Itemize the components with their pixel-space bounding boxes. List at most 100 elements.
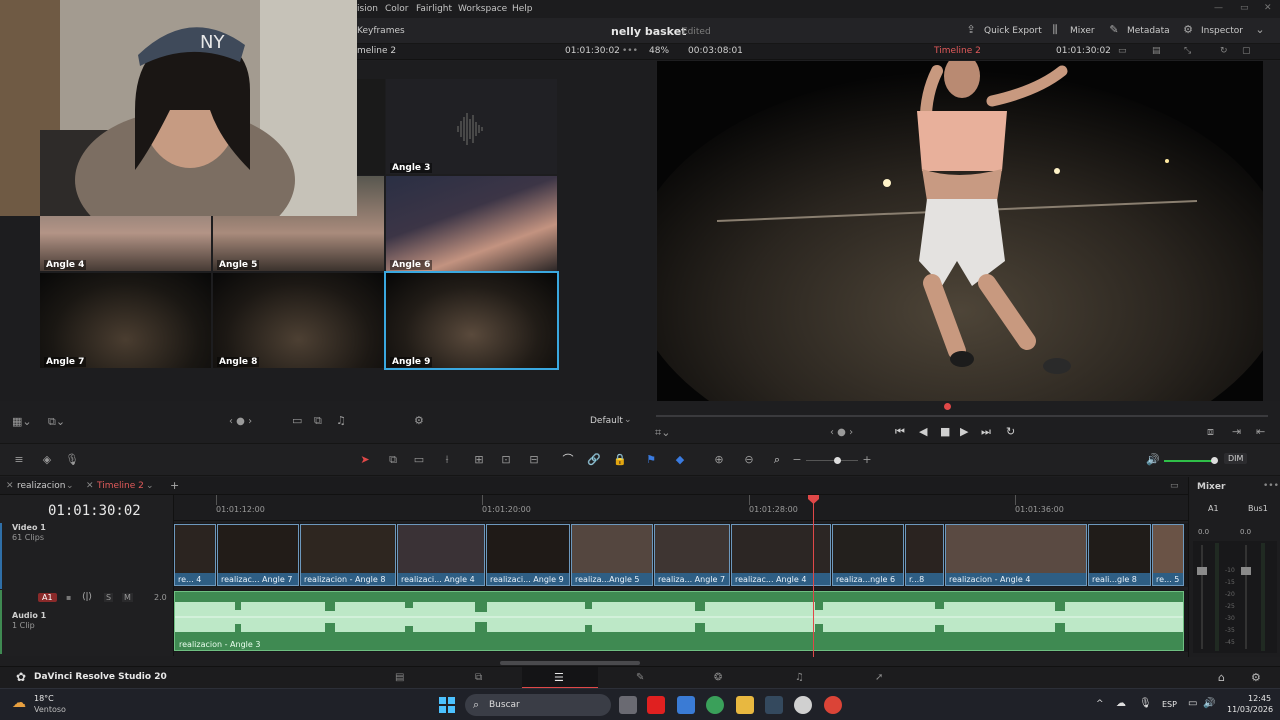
viewer-layout-icon[interactable]: ▭ xyxy=(1118,46,1127,56)
refresh-icon[interactable]: ↻ xyxy=(1220,46,1228,56)
home-icon[interactable]: ⌂ xyxy=(1218,671,1225,684)
color-page-icon[interactable]: ❂ xyxy=(714,672,722,683)
grid-view-icon[interactable]: ▦⌄ xyxy=(12,415,32,428)
go-to-end-icon[interactable]: ⏭ xyxy=(981,425,991,439)
zoom-slider[interactable] xyxy=(806,460,858,461)
audio-track-header[interactable]: A1 ▪ ⟨|⟩ S M 2.0 Audio 1 1 Clip xyxy=(0,590,174,654)
expand-icon[interactable]: ⌄ xyxy=(1253,24,1267,36)
mute-button[interactable]: M xyxy=(122,593,133,602)
task-view-icon[interactable] xyxy=(619,696,637,714)
auto-select-icon[interactable]: ⟨|⟩ xyxy=(82,592,92,602)
cloud-icon[interactable]: ☁ xyxy=(1116,698,1126,709)
trim-tool-icon[interactable]: ⧉ xyxy=(386,454,400,466)
file-explorer-icon[interactable] xyxy=(736,696,754,714)
settings-gear-icon[interactable]: ⚙ xyxy=(1251,671,1261,684)
marker-icon[interactable]: ◆ xyxy=(673,454,687,466)
volume-slider-handle[interactable] xyxy=(1211,457,1218,464)
keyframes-button[interactable]: Keyframes xyxy=(357,26,405,36)
mixer-button[interactable]: Mixer xyxy=(1070,26,1095,36)
fairlight-page-icon[interactable]: ♫ xyxy=(795,672,804,683)
video-clip[interactable]: realizaci... Angle 4 xyxy=(397,524,485,586)
inspector-button[interactable]: Inspector xyxy=(1201,26,1243,36)
language-indicator[interactable]: ESP xyxy=(1162,700,1177,709)
menu-item-color[interactable]: Color xyxy=(385,4,409,14)
playhead-handle[interactable] xyxy=(808,495,819,504)
obs-icon[interactable] xyxy=(794,696,812,714)
media-page-icon[interactable]: ▤ xyxy=(395,672,404,683)
page-nav-icon[interactable]: ‹ ● › xyxy=(229,416,252,427)
zoom-slider-handle[interactable] xyxy=(834,457,841,464)
angle-9-tile[interactable]: Angle 9 xyxy=(384,271,559,370)
stop-icon[interactable]: ■ xyxy=(940,425,950,438)
fader-a1-knob[interactable] xyxy=(1197,567,1207,575)
eye-icon[interactable]: ◈ xyxy=(40,454,54,466)
angle-6-tile[interactable]: Angle 6 xyxy=(386,176,557,271)
audio-clip[interactable]: realizacion - Angle 3 xyxy=(174,591,1184,651)
blade-tool-icon[interactable]: ⟊ xyxy=(440,454,454,466)
video-track-header[interactable]: Video 1 61 Clips xyxy=(0,523,174,589)
close-tab-icon[interactable]: ✕ xyxy=(6,481,14,491)
view-mode-select[interactable]: Default xyxy=(590,416,623,426)
viewer-format-icon[interactable]: ▤ xyxy=(1152,46,1161,56)
video-clip[interactable]: realizac... Angle 4 xyxy=(731,524,831,586)
metadata-button[interactable]: Metadata xyxy=(1127,26,1170,36)
speaker-icon[interactable]: 🔊 xyxy=(1146,454,1160,466)
angle-8-tile[interactable]: Angle 8 xyxy=(213,273,384,368)
close-tab-icon[interactable]: ✕ xyxy=(86,481,94,491)
dynamic-trim-icon[interactable]: ▭ xyxy=(412,454,426,466)
timeline-scrollbar[interactable] xyxy=(500,661,640,665)
viewer-scrubber[interactable] xyxy=(656,415,1268,417)
video-clip[interactable]: realiza...Angle 5 xyxy=(571,524,653,586)
viewer-timeline-selector[interactable]: Timeline 2 xyxy=(934,46,981,56)
mic-tray-icon[interactable]: 🎙 xyxy=(1139,698,1152,709)
next-edit-icon[interactable]: ⇥ xyxy=(1232,425,1241,438)
snapping-icon[interactable]: ⌒ xyxy=(561,454,575,466)
maximize-icon[interactable]: ▭ xyxy=(1240,3,1249,13)
video-clip[interactable]: re... 4 xyxy=(174,524,216,586)
video-clip[interactable]: realizacion - Angle 8 xyxy=(300,524,396,586)
fusion-page-icon[interactable]: ✎ xyxy=(636,672,644,683)
transform-icon[interactable]: ⤡ xyxy=(1184,46,1191,56)
microphone-icon[interactable]: 🎙 xyxy=(65,454,79,466)
clock-time[interactable]: 12:45 xyxy=(1248,694,1271,703)
video-clip[interactable]: realizac... Angle 7 xyxy=(217,524,299,586)
zoom-out-icon[interactable]: − xyxy=(790,454,804,466)
loop-icon[interactable]: ↻ xyxy=(1006,425,1015,438)
timeline-view-icon[interactable]: ▭ xyxy=(1170,481,1179,491)
insert-clip-icon[interactable]: ⊞ xyxy=(472,454,486,466)
viewer-page-nav-icon[interactable]: ‹ ● › xyxy=(830,427,853,438)
video-clip[interactable]: realiza...ngle 6 xyxy=(832,524,904,586)
menu-item-workspace[interactable]: Workspace xyxy=(458,4,507,14)
zoom-in-icon[interactable]: + xyxy=(860,454,874,466)
youtube-icon[interactable] xyxy=(647,696,665,714)
solo-button[interactable]: S xyxy=(104,593,114,602)
video-clip[interactable]: re... 5 xyxy=(1152,524,1184,586)
add-tab-icon[interactable]: + xyxy=(170,479,179,492)
fader-bus1-knob[interactable] xyxy=(1241,567,1251,575)
quick-export-button[interactable]: Quick Export xyxy=(984,26,1042,36)
calculator-icon[interactable] xyxy=(677,696,695,714)
video-clip[interactable]: realiza... Angle 7 xyxy=(654,524,730,586)
lock-icon[interactable]: ▪ xyxy=(66,593,71,602)
volume-tray-icon[interactable]: 🔊 xyxy=(1203,698,1215,709)
match-frame-icon[interactable]: ⧈ xyxy=(1207,425,1214,439)
tab-realizacion-menu-icon[interactable]: ⌄ xyxy=(66,481,74,491)
weather-icon[interactable]: ☁ xyxy=(12,695,26,711)
audio-mode-icon[interactable]: ♫ xyxy=(336,414,346,427)
video-mode-icon[interactable]: ▭ xyxy=(292,414,302,427)
volume-slider[interactable] xyxy=(1164,460,1214,462)
network-icon[interactable]: ▭ xyxy=(1188,698,1197,709)
selection-tool-icon[interactable]: ➤ xyxy=(358,454,372,466)
menu-item-help[interactable]: Help xyxy=(512,4,533,14)
tab-realizacion[interactable]: realizacion xyxy=(17,481,65,491)
zoom-fit-icon[interactable]: ⊕ xyxy=(712,454,726,466)
video-clip[interactable]: realizacion - Angle 4 xyxy=(945,524,1087,586)
zoom-level[interactable]: 48% xyxy=(649,46,669,56)
source-options-icon[interactable]: ••• xyxy=(622,46,638,56)
angle-switch-icon[interactable]: ⧉⌄ xyxy=(48,415,65,429)
dim-button[interactable]: DIM xyxy=(1224,453,1248,464)
position-lock-icon[interactable]: 🔒 xyxy=(613,454,627,466)
multicam-settings-icon[interactable]: ⚙ xyxy=(414,414,424,427)
angle-3-tile[interactable]: Angle 3 xyxy=(386,79,557,174)
menu-item-fairlight[interactable]: Fairlight xyxy=(416,4,452,14)
